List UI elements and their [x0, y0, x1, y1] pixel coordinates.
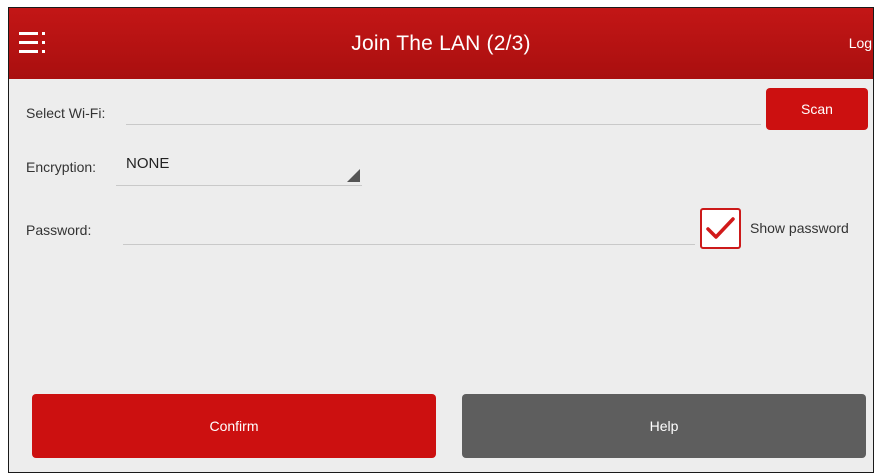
confirm-button[interactable]: Confirm	[32, 394, 436, 458]
page-title: Join The LAN (2/3)	[351, 32, 531, 55]
encryption-select[interactable]: NONE	[116, 153, 362, 186]
show-password-checkbox[interactable]	[700, 208, 741, 249]
wifi-ssid-field[interactable]	[126, 101, 761, 125]
encryption-label: Encryption:	[26, 159, 97, 175]
app-window: Join The LAN (2/3) Login Select Wi-Fi: S…	[8, 7, 874, 473]
login-link[interactable]: Login	[849, 8, 873, 79]
select-wifi-label: Select Wi-Fi:	[26, 105, 106, 121]
top-bar: Join The LAN (2/3) Login	[9, 8, 873, 79]
password-label: Password:	[26, 222, 92, 238]
password-field[interactable]	[123, 221, 695, 245]
help-button[interactable]: Help	[462, 394, 866, 458]
checkmark-icon	[706, 217, 735, 239]
dropdown-triangle-icon	[347, 169, 360, 182]
show-password-label[interactable]: Show password	[750, 220, 849, 236]
encryption-selected-value: NONE	[126, 155, 170, 172]
scan-button[interactable]: Scan	[766, 88, 868, 130]
